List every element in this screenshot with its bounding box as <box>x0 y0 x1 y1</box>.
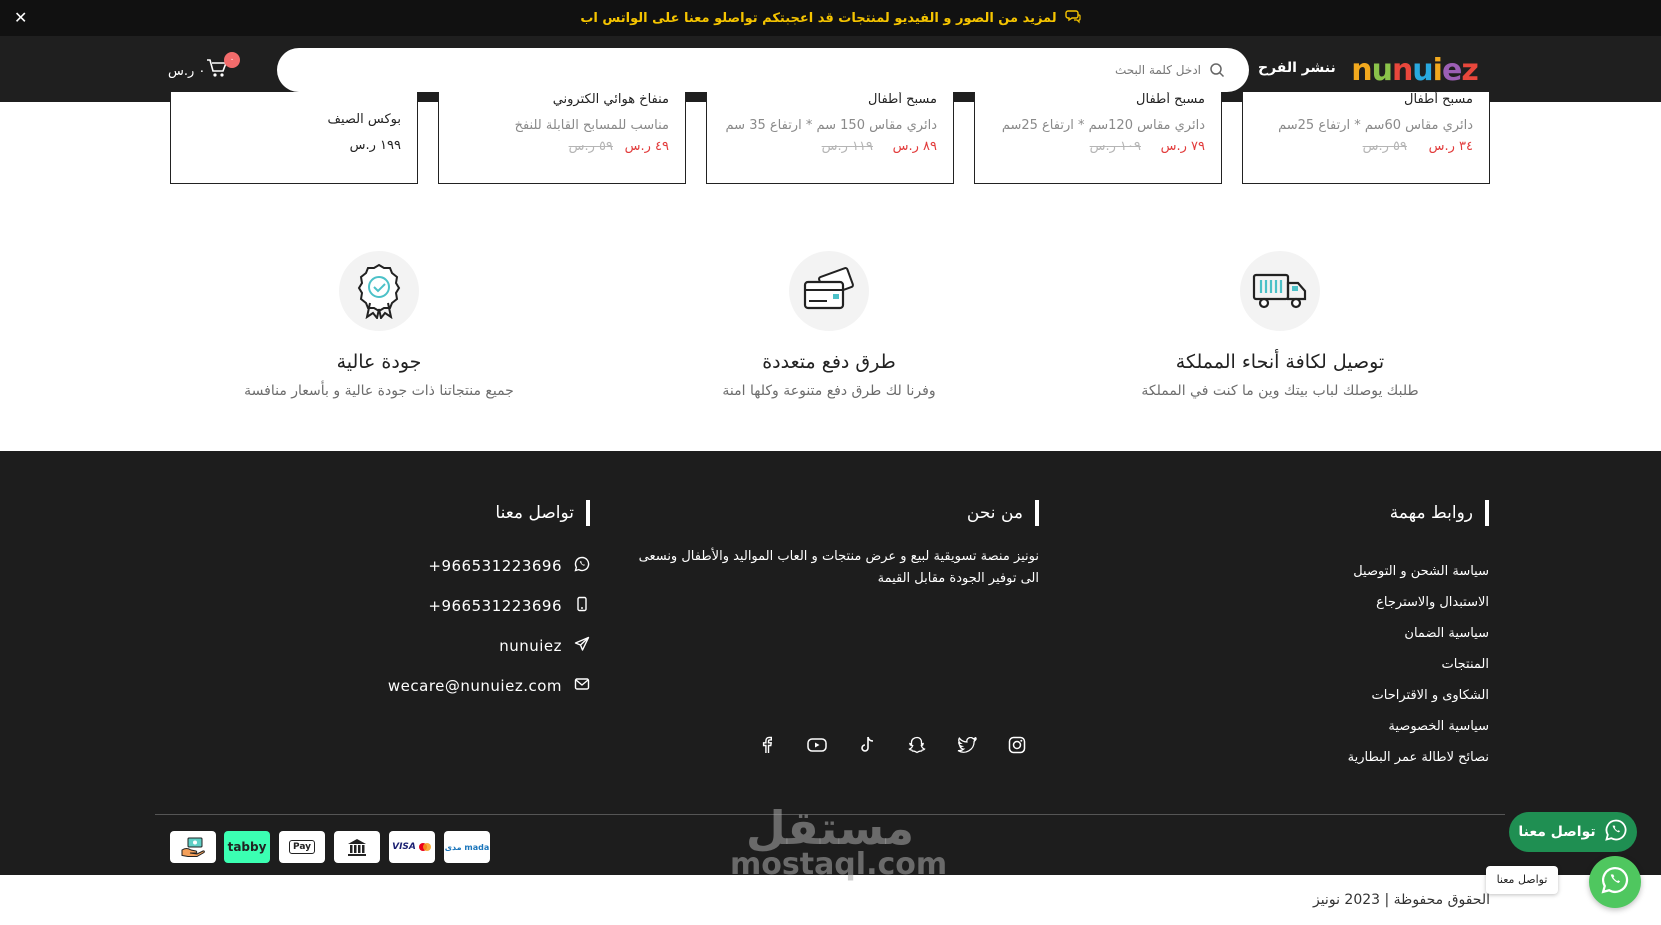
feature-delivery: توصيل لكافة أنحاء المملكة طلبك يوصلك لبا… <box>1080 222 1480 399</box>
header-link[interactable]: ننشر الفرح <box>1258 60 1336 76</box>
product-card[interactable]: مسبح أطفال دائري مقاس 120سم * ارتفاع 25س… <box>974 92 1222 184</box>
whatsapp-contact-button[interactable]: تواصل معنا <box>1509 812 1637 852</box>
mail-icon <box>574 676 590 696</box>
facebook-icon[interactable] <box>755 733 779 757</box>
about-heading: من نحن <box>967 500 1039 526</box>
product-card[interactable]: مسبح أطفال دائري مقاس 60سم * ارتفاع 25سم… <box>1242 92 1490 184</box>
apple-pay-icon: Pay <box>279 831 325 863</box>
contact-whatsapp[interactable]: +966531223696 <box>428 555 590 577</box>
features-section: توصيل لكافة أنحاء المملكة طلبك يوصلك لبا… <box>0 222 1661 451</box>
cart-total: ٠ ر.س <box>168 64 206 79</box>
product-price: ٧٩ ر.س <box>1160 139 1205 154</box>
telegram-handle: nunuiez <box>499 637 562 655</box>
product-old-price: ٥٩ ر.س <box>1362 139 1407 154</box>
feature-quality: جودة عالية جميع منتجاتنا ذات جودة عالية … <box>179 222 579 399</box>
product-price: ٤٩ ر.س <box>624 139 669 154</box>
contact-telegram[interactable]: nunuiez <box>499 635 590 657</box>
whatsapp-number: +966531223696 <box>428 557 562 575</box>
logo-text: nunuiez <box>1351 53 1479 87</box>
product-name: مسبح أطفال <box>868 92 937 107</box>
mobile-icon <box>574 596 590 616</box>
feature-title: جودة عالية <box>336 351 422 373</box>
phone-number: +966531223696 <box>428 597 562 615</box>
product-strip: مسبح أطفال دائري مقاس 60سم * ارتفاع 25سم… <box>0 92 1661 222</box>
product-desc: دائري مقاس 60سم * ارتفاع 25سم <box>1278 118 1473 133</box>
footer-link-privacy[interactable]: سياسية الخصوصية <box>1348 711 1489 742</box>
search-bar <box>277 48 1249 92</box>
close-icon[interactable]: ✕ <box>14 8 27 27</box>
feature-title: طرق دفع متعددة <box>762 351 896 373</box>
contact-email[interactable]: wecare@nunuiez.com <box>388 675 590 697</box>
tiktok-icon[interactable] <box>855 733 879 757</box>
youtube-icon[interactable] <box>805 733 829 757</box>
truck-icon <box>1240 251 1320 331</box>
product-card[interactable]: مسبح أطفال دائري مقاس 150 سم * ارتفاع 35… <box>706 92 954 184</box>
instagram-icon[interactable] <box>1005 733 1029 757</box>
footer-link-shipping[interactable]: سياسة الشحن و التوصيل <box>1348 556 1489 587</box>
snapchat-icon[interactable] <box>905 733 929 757</box>
chat-icon <box>1064 8 1081 28</box>
whatsapp-pill-label: تواصل معنا <box>1518 824 1596 840</box>
copyright-text: الحقوق محفوظة | 2023 نونيز <box>1312 892 1490 908</box>
product-price: ١٩٩ ر.س <box>349 138 401 153</box>
bank-icon: bank <box>334 831 380 863</box>
search-icon[interactable] <box>1209 62 1225 78</box>
whatsapp-fab[interactable] <box>1589 856 1641 908</box>
search-input[interactable] <box>401 63 1201 77</box>
logo[interactable]: nunuiez <box>1341 53 1488 87</box>
footer-link-battery[interactable]: نصائح لاطالة عمر البطارية <box>1348 742 1489 773</box>
about-text: نونيز منصة تسويقية لبيع و عرض منتجات و ا… <box>638 549 1039 586</box>
feature-text: جميع منتجاتنا ذات جودة عالية و بأسعار من… <box>244 383 514 399</box>
product-old-price: ٥٩ ر.س <box>568 139 613 154</box>
whatsapp-icon <box>574 556 590 576</box>
tabby-icon: tabby <box>224 831 270 863</box>
cart[interactable]: ٠ ٠ ر.س <box>166 52 246 88</box>
feature-payment: طرق دفع متعددة وفرنا لك طرق دفع متنوعة و… <box>629 222 1029 399</box>
product-name: مسبح أطفال <box>1136 92 1205 107</box>
visa-mastercard-icon: VISA <box>389 831 435 863</box>
product-card[interactable]: بوكس الصيف ١٩٩ ر.س <box>170 92 418 184</box>
product-price: ٨٩ ر.س <box>892 139 937 154</box>
announcement-bar: لمزيد من الصور و الفيديو لمنتجات قد اعجب… <box>0 0 1661 36</box>
links-heading: روابط مهمة <box>1390 500 1489 526</box>
contact-phone[interactable]: +966531223696 <box>428 595 590 617</box>
product-old-price: ١١٩ ر.س <box>821 139 873 154</box>
product-desc: مناسب للمسابح القابلة للنفخ <box>514 118 669 133</box>
whatsapp-tooltip: تواصل معنا <box>1486 866 1558 894</box>
whatsapp-icon <box>1604 818 1628 846</box>
email-address: wecare@nunuiez.com <box>387 677 562 695</box>
product-old-price: ١٠٩ ر.س <box>1089 139 1141 154</box>
watermark: مستقل mostaql.com <box>730 801 948 882</box>
product-desc: دائري مقاس 120سم * ارتفاع 25سم <box>1001 118 1205 133</box>
footer-links: سياسة الشحن و التوصيل الاستبدال والاسترج… <box>1348 556 1489 773</box>
product-price: ٣٤ ر.س <box>1428 139 1473 154</box>
product-name: منفاخ هوائي الكتروني <box>552 92 669 107</box>
cash-on-delivery-icon: cod <box>170 831 216 863</box>
cart-badge: ٠ <box>224 52 240 68</box>
footer-link-complaints[interactable]: الشكاوى و الاقتراحات <box>1348 680 1490 711</box>
announcement-text: لمزيد من الصور و الفيديو لمنتجات قد اعجب… <box>580 10 1057 26</box>
contact-heading: تواصل معنا <box>495 500 590 526</box>
card-icon <box>789 251 869 331</box>
product-desc: دائري مقاس 150 سم * ارتفاع 35 سم <box>725 118 937 133</box>
feature-text: طلبك يوصلك لباب بيتك وين ما كنت في الممل… <box>1141 383 1419 399</box>
footer-link-returns[interactable]: الاستبدال والاسترجاع <box>1348 587 1489 618</box>
whatsapp-icon <box>1600 865 1630 899</box>
product-name: مسبح أطفال <box>1404 92 1473 107</box>
product-card[interactable]: منفاخ هوائي الكتروني مناسب للمسابح القاب… <box>438 92 686 184</box>
footer-link-products[interactable]: المنتجات <box>1348 649 1489 680</box>
twitter-icon[interactable] <box>955 733 979 757</box>
badge-icon <box>339 251 419 331</box>
footer-link-warranty[interactable]: سياسية الضمان <box>1348 618 1489 649</box>
send-icon <box>574 636 590 656</box>
product-name: بوكس الصيف <box>327 112 401 127</box>
feature-text: وفرنا لك طرق دفع متنوعة وكلها امنة <box>722 383 936 399</box>
mada-icon: مدى mada <box>444 831 490 863</box>
feature-title: توصيل لكافة أنحاء المملكة <box>1175 351 1385 373</box>
